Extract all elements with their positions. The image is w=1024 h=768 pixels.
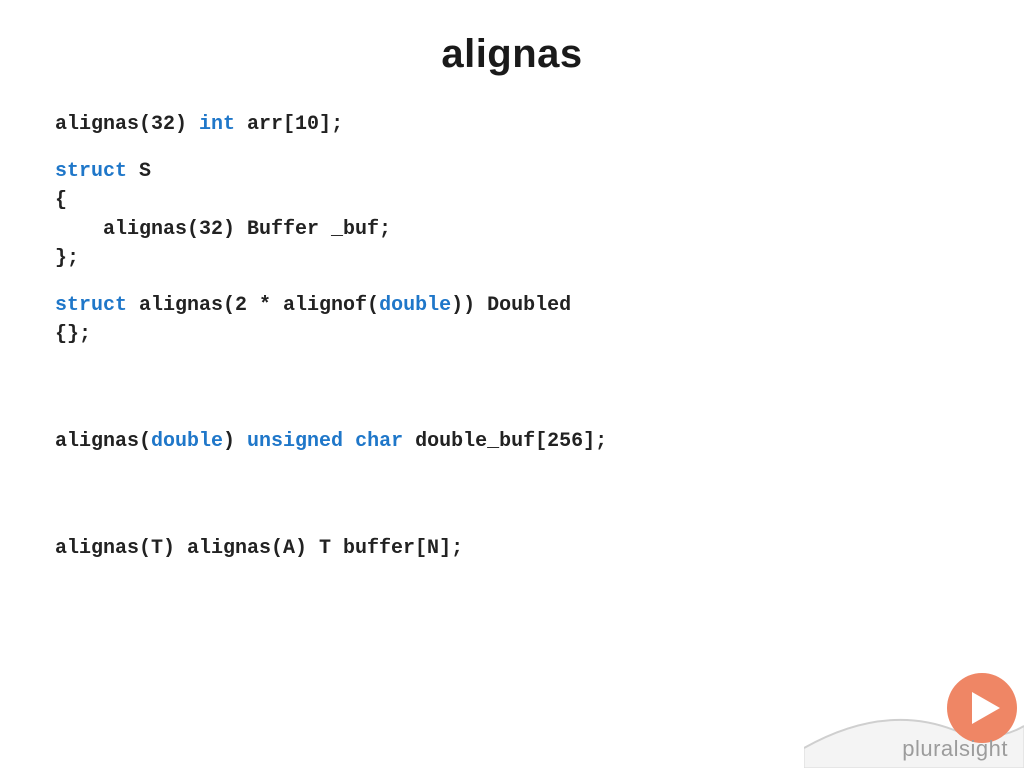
code-block-4: alignas(double) unsigned char double_buf… bbox=[55, 427, 969, 456]
code-text: alignas( bbox=[55, 430, 151, 453]
code-text: alignas(32) Buffer _buf; bbox=[55, 218, 391, 241]
code-area: alignas(32) int arr[10]; struct S { alig… bbox=[55, 110, 969, 581]
code-keyword: struct bbox=[55, 294, 127, 317]
code-text: ) bbox=[223, 430, 247, 453]
code-keyword: double bbox=[151, 430, 223, 453]
code-text: alignas(2 * alignof( bbox=[127, 294, 379, 317]
code-text: )) Doubled bbox=[451, 294, 571, 317]
slide-title: alignas bbox=[0, 0, 1024, 77]
code-text: { bbox=[55, 189, 67, 212]
code-text: double_buf[256]; bbox=[403, 430, 607, 453]
slide: alignas alignas(32) int arr[10]; struct … bbox=[0, 0, 1024, 768]
code-keyword: double bbox=[379, 294, 451, 317]
code-text: alignas(32) bbox=[55, 113, 199, 136]
code-block-1: alignas(32) int arr[10]; bbox=[55, 110, 969, 139]
code-text bbox=[343, 430, 355, 453]
code-keyword: struct bbox=[55, 160, 127, 183]
code-text: alignas(T) alignas(A) T buffer[N]; bbox=[55, 537, 463, 560]
code-block-5: alignas(T) alignas(A) T buffer[N]; bbox=[55, 534, 969, 563]
code-block-2: struct S { alignas(32) Buffer _buf; }; bbox=[55, 157, 969, 273]
code-keyword: int bbox=[199, 113, 235, 136]
code-keyword: char bbox=[355, 430, 403, 453]
code-text: }; bbox=[55, 247, 79, 270]
code-text: arr[10]; bbox=[235, 113, 343, 136]
code-text: {}; bbox=[55, 323, 91, 346]
brand-logo: pluralsight bbox=[804, 648, 1024, 768]
code-keyword: unsigned bbox=[247, 430, 343, 453]
brand-name: pluralsight bbox=[902, 736, 1008, 762]
code-text: S bbox=[127, 160, 151, 183]
code-block-3: struct alignas(2 * alignof(double)) Doub… bbox=[55, 291, 969, 349]
